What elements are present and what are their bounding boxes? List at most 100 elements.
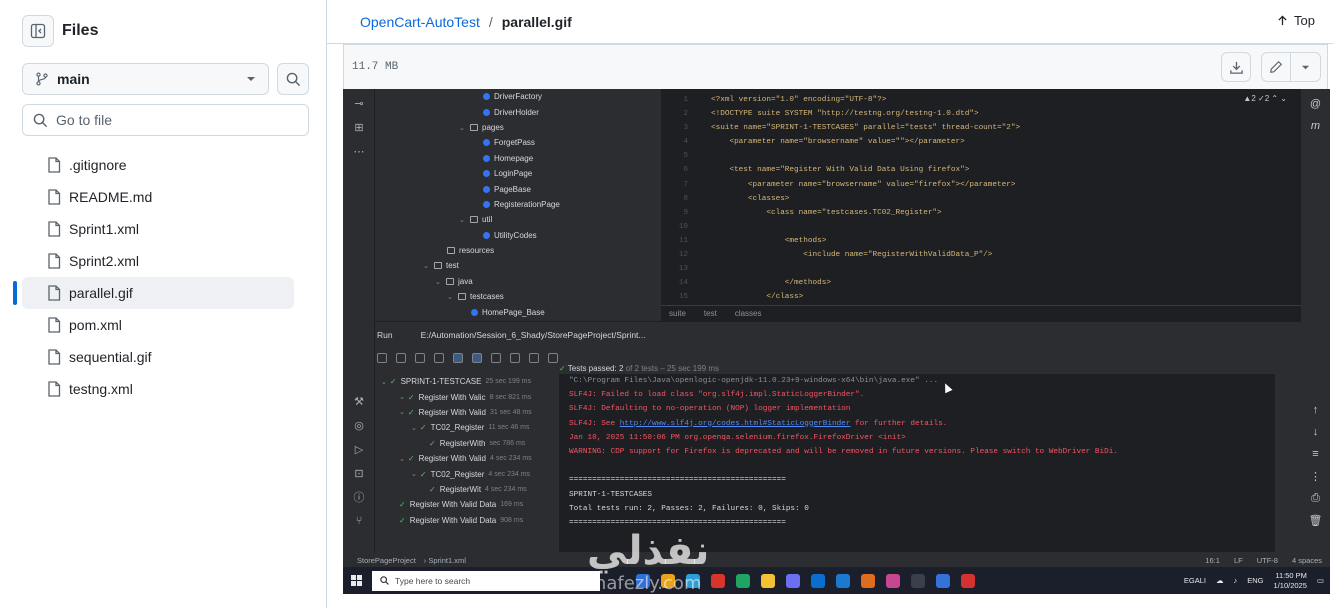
code-line[interactable]: <parameter name="browsername" value="fir…	[711, 178, 1301, 192]
project-class-node[interactable]: Homepage	[375, 151, 661, 166]
top-button[interactable]: Top	[1277, 13, 1315, 28]
status-file[interactable]: › Sprint1.xml	[424, 556, 466, 565]
project-class-node[interactable]: PageBase	[375, 181, 661, 196]
lang-indicator[interactable]: ENG	[1247, 576, 1263, 585]
taskbar-app-icon[interactable]	[936, 573, 950, 588]
project-class-node[interactable]: UtilityCodes	[375, 228, 661, 243]
network-icon[interactable]: ☁	[1216, 576, 1224, 585]
tests-passed-detail: of 2 tests – 25 sec 199 ms	[625, 364, 720, 373]
code-line[interactable]: <suite name="SPRINT-1-TESTCASES" paralle…	[711, 121, 1301, 135]
status-item[interactable]: LF	[1234, 556, 1243, 565]
project-folder-node[interactable]: ⌄ test	[375, 258, 661, 273]
code-line[interactable]: <?xml version="1.0" encoding="UTF-8"?>	[711, 93, 1301, 107]
project-folder-node[interactable]: ⌄ pages	[375, 120, 661, 135]
status-item[interactable]: UTF-8	[1257, 556, 1278, 565]
collapse-sidebar-button[interactable]	[22, 15, 54, 47]
project-class-node[interactable]: RegisterationPage	[375, 197, 661, 212]
test-result-row[interactable]: ✓ RegisterWit 4 sec 234 ms	[375, 482, 555, 497]
test-result-row[interactable]: ⌄ ✓ Register With Valid 31 sec 48 ms	[375, 405, 555, 420]
rerun-icon[interactable]	[377, 353, 387, 363]
file-tree-item[interactable]: testng.xml	[22, 373, 294, 405]
code-line[interactable]	[711, 149, 1301, 163]
search-files-button[interactable]	[277, 63, 309, 95]
file-tree-item[interactable]: README.md	[22, 181, 294, 213]
taskbar-app-icon[interactable]	[811, 573, 825, 588]
taskbar-app-icon[interactable]	[886, 573, 900, 588]
console-link[interactable]: http://www.slf4j.org/codes.html#StaticLo…	[620, 420, 851, 428]
test-result-row[interactable]: ⌄ ✓ TC02_Register 4 sec 234 ms	[375, 466, 555, 481]
project-folder-node[interactable]: ⌄ java	[375, 274, 661, 289]
clock-date: 1/10/2025	[1273, 580, 1307, 590]
more-edit-options-button[interactable]	[1291, 52, 1321, 82]
test-result-row[interactable]: ⌄ ✓ SPRINT-1-TESTCASE 25 sec 199 ms	[375, 374, 555, 389]
file-tree-item[interactable]: parallel.gif	[13, 277, 294, 309]
sort-icon[interactable]	[491, 353, 501, 363]
code-line[interactable]: <test name="Register With Valid Data Usi…	[711, 163, 1301, 177]
test-result-row[interactable]: ✓ Register With Valid Data 908 ms	[375, 513, 555, 528]
status-item[interactable]: 16:1	[1205, 556, 1220, 565]
test-result-row[interactable]: ✓ RegisterWith sec 786 ms	[375, 436, 555, 451]
project-class-node[interactable]: DriverHolder	[375, 104, 661, 119]
run-config-tab[interactable]: E:/Automation/Session_6_Shady/StorePageP…	[421, 330, 646, 340]
test-result-row[interactable]: ⌄ ✓ Register With Valid 4 sec 234 ms	[375, 451, 555, 466]
edit-button[interactable]	[1261, 52, 1291, 82]
code-line[interactable]: <include name="RegisterWithValidData_P"/…	[711, 248, 1301, 262]
taskbar-app-icon[interactable]	[786, 573, 800, 588]
project-class-node[interactable]: HomePage_Base	[375, 304, 661, 319]
taskbar-search[interactable]: Type here to search	[372, 570, 600, 591]
volume-icon[interactable]: ♪	[1234, 576, 1238, 585]
status-item[interactable]: 4 spaces	[1292, 556, 1322, 565]
taskbar-app-icon[interactable]	[836, 573, 850, 588]
status-project[interactable]: StorePageProject	[357, 556, 416, 565]
taskbar-app-icon[interactable]	[861, 573, 875, 588]
file-tree-item[interactable]: Sprint1.xml	[22, 213, 294, 245]
check-icon: ✓	[389, 377, 397, 387]
test-result-row[interactable]: ⌄ ✓ Register With Valic 8 sec 821 ms	[375, 389, 555, 404]
project-folder-node[interactable]: ⌄ util	[375, 212, 661, 227]
project-class-node[interactable]: ForgetPass	[375, 135, 661, 150]
file-tree-item[interactable]: .gitignore	[22, 149, 294, 181]
show-ignored-icon[interactable]	[472, 353, 482, 363]
show-passed-icon[interactable]	[453, 353, 463, 363]
code-line[interactable]: </methods>	[711, 276, 1301, 290]
go-to-file-input[interactable]	[56, 112, 296, 128]
breadcrumb-repo-link[interactable]: OpenCart-AutoTest	[360, 14, 480, 30]
code-line[interactable]: <methods>	[711, 234, 1301, 248]
taskbar-app-icon[interactable]	[761, 573, 775, 588]
code-line[interactable]: <parameter name="browsername" value=""><…	[711, 135, 1301, 149]
editor-crumb[interactable]: classes	[735, 309, 762, 318]
taskbar-app-icon[interactable]	[711, 573, 725, 588]
taskbar-clock[interactable]: 11:50 PM 1/10/2025	[1274, 571, 1307, 591]
editor-crumb[interactable]: suite	[669, 309, 686, 318]
windows-start-icon[interactable]	[351, 575, 362, 586]
export-icon[interactable]	[548, 353, 558, 363]
run-tab[interactable]: Run	[377, 330, 393, 340]
taskbar-app-icon[interactable]	[736, 573, 750, 588]
file-tree-item[interactable]: pom.xml	[22, 309, 294, 341]
toggle-autotest-icon[interactable]	[415, 353, 425, 363]
download-button[interactable]	[1221, 52, 1251, 82]
code-line[interactable]: <classes>	[711, 192, 1301, 206]
code-line[interactable]	[711, 262, 1301, 276]
branch-selector-button[interactable]: main	[22, 63, 270, 95]
notifications-icon[interactable]: ▭	[1317, 576, 1324, 585]
code-line[interactable]	[711, 220, 1301, 234]
taskbar-app-icon[interactable]	[911, 573, 925, 588]
stop-icon[interactable]	[434, 353, 444, 363]
file-tree-item[interactable]: sequential.gif	[22, 341, 294, 373]
code-line[interactable]: <class name="testcases.TC02_Register">	[711, 206, 1301, 220]
test-result-row[interactable]: ✓ Register With Valid Data 169 ms	[375, 497, 555, 512]
file-tree-item[interactable]: Sprint2.xml	[22, 245, 294, 277]
project-class-node[interactable]: DriverFactory	[375, 89, 661, 104]
test-result-row[interactable]: ⌄ ✓ TC02_Register 11 sec 46 ms	[375, 420, 555, 435]
rerun-failed-icon[interactable]	[396, 353, 406, 363]
expand-all-icon[interactable]	[529, 353, 539, 363]
project-class-node[interactable]: LoginPage	[375, 166, 661, 181]
code-line[interactable]: </class>	[711, 290, 1301, 304]
taskbar-app-icon[interactable]	[961, 573, 975, 588]
project-folder-node[interactable]: ⌄ testcases	[375, 289, 661, 304]
code-line[interactable]: <!DOCTYPE suite SYSTEM "http://testng.or…	[711, 107, 1301, 121]
project-folder-node[interactable]: resources	[375, 243, 661, 258]
editor-crumb[interactable]: test	[704, 309, 717, 318]
history-icon[interactable]	[510, 353, 520, 363]
